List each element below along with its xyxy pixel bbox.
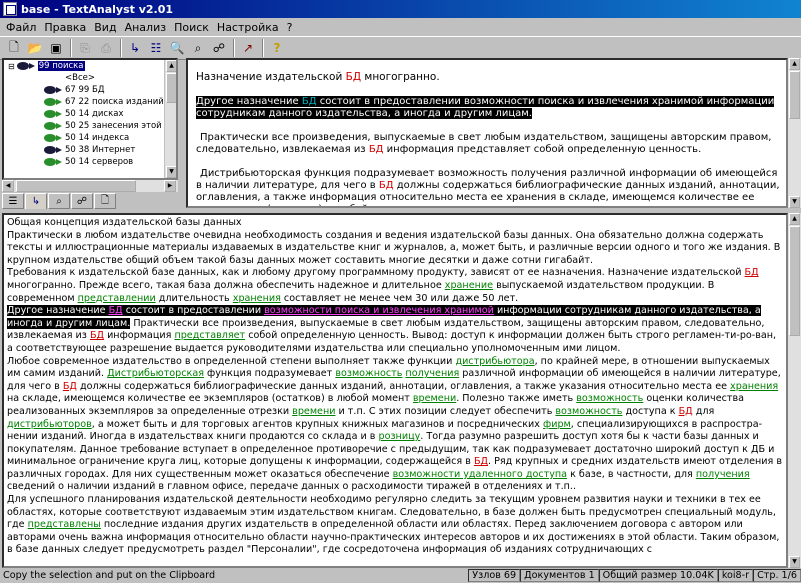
summary-paragraph: Практически все произведения, выпускаемы… [196,132,772,155]
document-scrollbar[interactable]: ▲ ▼ [788,213,801,568]
analyze-icon[interactable]: ↳ [125,38,145,58]
semantic-tree-panel[interactable]: ⊟ 99 поиска <Все> 67 99 БД 67 22 поиска … [2,58,178,180]
tree-item-label: 67 99 БД [65,85,105,95]
document-title: Общая концепция издательской базы данных [7,217,242,228]
fish-icon [16,62,35,70]
status-hint: Copy the selection and put on the Clipbo… [3,570,216,581]
title-bar: base - TextAnalyst v2.01 [0,0,801,18]
find-icon[interactable]: 🔍 [167,38,187,58]
toolbar: 🗋 📂 ▣ ⎘ ⎙ ↳ ☷ 🔍 ⌕ ☍ ↗ ? [0,36,801,60]
menu-edit[interactable]: Правка [40,21,90,34]
tree-item[interactable]: 67 22 поиска изданий [4,96,176,108]
tree-item-label: 50 14 индекса [65,133,130,143]
scroll-up-icon[interactable]: ▲ [789,213,800,225]
tree-item-label: 99 поиска [37,61,85,71]
scroll-up-icon[interactable]: ▲ [789,58,800,70]
document-text-panel[interactable]: Общая концепция издательской базы данных… [2,213,788,568]
tree-item-label: 50 14 серверов [65,157,134,167]
scroll-thumb[interactable] [16,180,136,192]
status-size: Общий размер 10.04K [598,569,718,582]
menu-file[interactable]: Файл [2,21,40,34]
fish-icon [44,158,62,166]
tree-item[interactable]: 50 14 серверов [4,156,176,168]
toolbar-separator [70,39,72,57]
knife-icon[interactable]: ↗ [238,38,258,58]
window-title: base - TextAnalyst v2.01 [21,2,174,16]
scroll-thumb[interactable] [789,226,800,336]
paste-icon[interactable]: ⎙ [96,38,116,58]
tree-vertical-scrollbar[interactable]: ▲ ▼ [164,60,176,178]
menu-search[interactable]: Поиск [170,21,213,34]
tab-doc-icon[interactable]: 🗋 [94,193,116,209]
menu-settings[interactable]: Настройка [213,21,283,34]
app-icon [3,2,17,16]
document-paragraph: Практически в любом издательстве очевидн… [7,229,781,266]
document-paragraph: Любое современное издательство в определ… [7,355,782,493]
tab-binoculars-icon[interactable]: ☍ [71,193,93,209]
tree-icon[interactable]: ☷ [146,38,166,58]
fish-icon [44,146,62,154]
scroll-down-icon[interactable]: ▼ [789,196,800,208]
summary-paragraph-highlighted: Другое назначение БД состоит в предостав… [196,96,775,119]
toolbar-separator [120,39,122,57]
summary-panel[interactable]: Назначение издательской БД многогранно. … [186,58,788,208]
toolbar-separator [233,39,235,57]
tree-item[interactable]: <Все> [4,72,176,84]
document-paragraph: Для успешного планирования издательской … [7,494,780,556]
tree-horizontal-scrollbar[interactable]: ◀ ▶ [2,180,178,192]
status-encoding: koi8-r [717,569,754,582]
scroll-right-icon[interactable]: ▶ [164,180,176,192]
search-icon[interactable]: ⌕ [188,38,208,58]
binoculars-icon[interactable]: ☍ [209,38,229,58]
menu-help[interactable]: ? [283,21,297,34]
status-documents: Документов 1 [520,569,599,582]
tab-search-icon[interactable]: ⌕ [48,193,70,209]
tree-item-root[interactable]: ⊟ 99 поиска [4,60,176,72]
panel-tabs: ☰ ↳ ⌕ ☍ 🗋 [2,193,180,211]
fish-icon [44,86,62,94]
scroll-thumb[interactable] [166,73,176,103]
scroll-down-icon[interactable]: ▼ [166,166,176,178]
document-paragraph: Требования к издательской базе данных, к… [7,267,759,304]
status-page: Стр. 1/6 [753,569,801,582]
tab-list-icon[interactable]: ☰ [2,193,24,209]
tree-item[interactable]: 50 14 дисках [4,108,176,120]
tree-item[interactable]: 50 14 индекса [4,132,176,144]
minus-icon: ⊟ [8,61,15,71]
summary-paragraph: Дистрибьюторская функция подразумевает в… [196,168,780,206]
toolbar-separator [262,39,264,57]
scroll-thumb[interactable] [789,71,800,119]
scroll-left-icon[interactable]: ◀ [2,180,14,192]
summary-scrollbar[interactable]: ▲ ▼ [788,58,801,208]
fish-icon [44,122,62,130]
scroll-down-icon[interactable]: ▼ [789,556,800,568]
help-icon[interactable]: ? [267,38,287,58]
menu-bar: Файл Правка Вид Анализ Поиск Настройка ? [0,18,801,36]
tree-item[interactable]: 50 38 Интернет [4,144,176,156]
document-paragraph: Другое назначение БД состоит в предостав… [7,305,777,354]
copy-icon[interactable]: ⎘ [75,38,95,58]
fish-icon [44,110,62,118]
scroll-up-icon[interactable]: ▲ [166,60,176,72]
tree-item[interactable]: 50 25 занесения этой и [4,120,176,132]
fish-icon [44,98,62,106]
open-icon[interactable]: 📂 [25,38,45,58]
status-nodes: Узлов 69 [468,569,521,582]
summary-paragraph: Назначение издательской БД многогранно. [196,71,440,83]
status-bar: Copy the selection and put on the Clipbo… [0,568,801,583]
menu-view[interactable]: Вид [90,21,120,34]
tree-item-label: 50 25 занесения этой и [65,121,170,131]
new-icon[interactable]: 🗋 [4,38,24,58]
tree-item-label: 50 38 Интернет [65,145,136,155]
tree-item-label: 50 14 дисках [65,109,124,119]
fish-icon [44,134,62,142]
tree-item-label: 67 22 поиска изданий [65,97,164,107]
menu-analysis[interactable]: Анализ [121,21,171,34]
save-icon[interactable]: ▣ [46,38,66,58]
tab-tree-icon[interactable]: ↳ [25,193,47,209]
tree-item-label: <Все> [65,73,95,83]
tree-item[interactable]: 67 99 БД [4,84,176,96]
